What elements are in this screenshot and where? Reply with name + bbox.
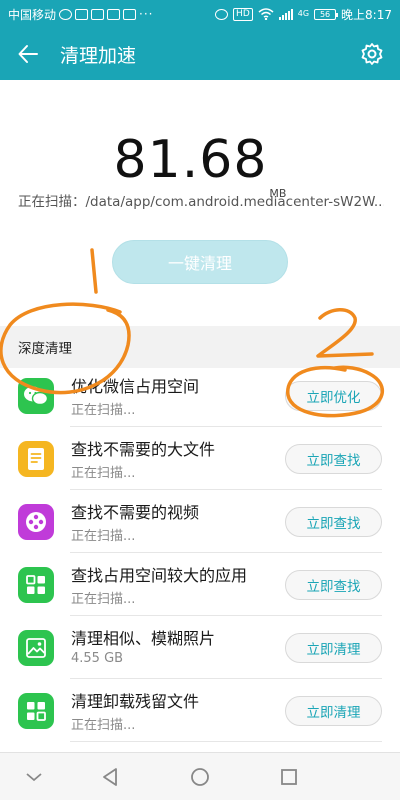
more-notifications: ···	[139, 7, 154, 21]
list-item[interactable]: 优化微信占用空间 正在扫描... 立即优化	[0, 364, 400, 427]
item-status: 正在扫描...	[71, 529, 136, 544]
notification-icon	[59, 8, 73, 20]
one-key-clean-button[interactable]: 一键清理	[112, 240, 288, 284]
list-item[interactable]: 清理相似、模糊照片 4.55 GB 立即清理	[0, 616, 400, 679]
clock: 晚上8:17	[341, 7, 392, 22]
battery-icon: 56	[314, 8, 339, 20]
alarm-icon	[215, 8, 229, 20]
optimize-wechat-button[interactable]: 立即优化	[285, 381, 382, 411]
notification-icon	[91, 8, 105, 20]
item-status: 正在扫描...	[71, 718, 136, 733]
document-icon	[18, 441, 54, 477]
status-bar: 中国移动 ··· HD 4G 56 晚上8:17	[0, 0, 400, 28]
hide-nav-button[interactable]	[10, 753, 58, 800]
apps-grid-icon	[18, 567, 54, 603]
back-arrow-icon	[18, 45, 38, 63]
find-large-files-button[interactable]: 立即查找	[285, 444, 382, 474]
list-item[interactable]: 查找不需要的大文件 正在扫描... 立即查找	[0, 427, 400, 490]
photo-icon	[18, 630, 54, 666]
app-bar: 清理加速	[0, 28, 400, 80]
item-title: 清理相似、模糊照片	[71, 629, 216, 648]
item-title: 查找不需要的大文件	[71, 440, 216, 459]
hd-badge: HD	[233, 7, 253, 21]
list-item[interactable]: 查找不需要的视频 正在扫描... 立即查找	[0, 490, 400, 553]
item-status: 正在扫描...	[71, 466, 136, 481]
junk-size-value: 81.68	[113, 130, 268, 190]
gear-icon	[361, 43, 383, 65]
item-title: 查找不需要的视频	[71, 503, 200, 522]
apps-grid-icon	[18, 693, 54, 729]
carrier-name: 中国移动	[8, 7, 57, 22]
clean-residual-files-button[interactable]: 立即清理	[285, 696, 382, 726]
list-item[interactable]: 清理卸载残留文件 正在扫描... 立即清理	[0, 679, 400, 742]
nav-home-button[interactable]	[176, 753, 224, 800]
item-title: 查找占用空间较大的应用	[71, 566, 248, 585]
video-reel-icon	[18, 504, 54, 540]
settings-button[interactable]	[354, 36, 390, 72]
item-status: 正在扫描...	[71, 403, 136, 418]
list-item[interactable]: 查找占用空间较大的应用 正在扫描... 立即查找	[0, 553, 400, 616]
page-title: 清理加速	[60, 44, 137, 67]
battery-level: 56	[319, 9, 331, 19]
home-circle-icon	[191, 768, 209, 786]
nav-recents-button[interactable]	[265, 753, 313, 800]
section-header-deep-clean: 深度清理	[0, 326, 400, 368]
back-button[interactable]	[0, 28, 56, 80]
item-title: 优化微信占用空间	[71, 377, 200, 396]
nav-back-button[interactable]	[86, 753, 134, 800]
chevron-down-icon	[26, 773, 42, 782]
wechat-icon	[18, 378, 54, 414]
find-large-apps-button[interactable]: 立即查找	[285, 570, 382, 600]
recents-square-icon	[281, 769, 297, 785]
find-videos-button[interactable]: 立即查找	[285, 507, 382, 537]
system-nav-bar	[0, 752, 400, 800]
clean-photos-button[interactable]: 立即清理	[285, 633, 382, 663]
item-size: 4.55 GB	[71, 651, 124, 666]
deep-clean-list: 优化微信占用空间 正在扫描... 立即优化 查找不需要的大文件 正在扫描... …	[0, 364, 400, 800]
wifi-icon	[258, 8, 274, 20]
scan-path-text: 正在扫描：/data/app/com.android.mediacenter-s…	[18, 194, 384, 210]
item-status: 正在扫描...	[71, 592, 136, 607]
notification-icon	[123, 8, 137, 20]
back-triangle-icon	[103, 768, 117, 786]
notification-icon	[75, 8, 89, 20]
annotation-stroke-1	[90, 248, 98, 294]
tiktok-icon	[107, 8, 121, 20]
network-type: 4G	[297, 9, 310, 18]
item-title: 清理卸载残留文件	[71, 692, 200, 711]
signal-icon	[278, 8, 293, 20]
